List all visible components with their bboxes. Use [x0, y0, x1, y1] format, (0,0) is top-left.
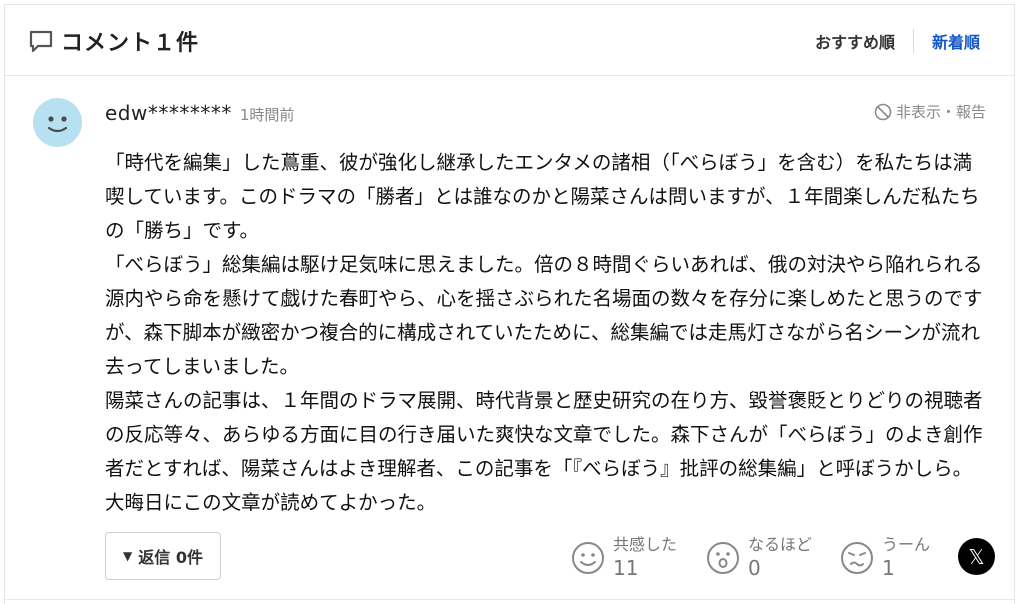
avatar[interactable] — [33, 98, 82, 147]
smiling-avatar-icon — [47, 116, 68, 133]
smile-face-icon — [572, 542, 604, 574]
sort-newest-button[interactable]: 新着順 — [932, 29, 980, 53]
reaction-agree-button[interactable]: 共感した 11 — [571, 534, 677, 580]
reaction-agree-label: 共感した — [613, 535, 678, 554]
reply-label: 返信 0件 — [138, 548, 203, 567]
timestamp: 1時間前 — [239, 106, 295, 124]
sort-options: おすすめ順 新着順 — [815, 29, 980, 53]
reaction-insightful-label: なるほど — [748, 535, 813, 554]
comments-panel: コメント１件 おすすめ順 新着順 edw******** 1時間前 非表示・報告 — [4, 4, 1015, 604]
puzzled-face-icon — [841, 542, 873, 574]
reaction-insightful-count: 0 — [748, 556, 761, 580]
speech-bubble-icon — [29, 30, 53, 53]
username[interactable]: edw******** — [105, 101, 232, 125]
reaction-hmm-button[interactable]: うーん 1 — [840, 534, 930, 580]
comment-meta: edw******** 1時間前 — [105, 101, 294, 125]
comment-body: 「時代を編集」した蔦重、彼が強化し継承したエンタメの諸相（「べらぼう」を含む）を… — [105, 146, 990, 520]
x-logo-icon: 𝕏 — [968, 544, 985, 569]
hide-report-button[interactable]: 非表示・報告 — [874, 101, 986, 122]
reaction-insightful-button[interactable]: なるほど 0 — [706, 534, 812, 580]
comment-paragraph: 陽菜さんの記事は、１年間のドラマ展開、時代背景と歴史研究の在り方、毀誉褒貶とりど… — [105, 389, 983, 514]
comment-paragraph: 「べらぼう」総集編は駆け足気味に思えました。倍の８時間ぐらいあれば、俄の対決やら… — [105, 253, 983, 378]
comments-heading: コメント１件 — [27, 25, 199, 57]
reaction-hmm-label: うーん — [882, 535, 931, 554]
reaction-agree-count: 11 — [613, 556, 639, 580]
reaction-hmm-count: 1 — [882, 556, 895, 580]
sort-recommended-button[interactable]: おすすめ順 — [815, 29, 895, 53]
comments-header: コメント１件 おすすめ順 新着順 — [5, 5, 1014, 76]
hide-report-label: 非表示・報告 — [895, 103, 986, 121]
comments-title: コメント１件 — [61, 31, 200, 56]
triangle-down-icon: ▼ — [123, 549, 133, 563]
share-x-button[interactable]: 𝕏 — [958, 538, 995, 575]
reply-toggle-button[interactable]: ▼ 返信 0件 — [105, 532, 221, 580]
surprised-face-icon — [707, 542, 739, 574]
sort-divider — [912, 29, 914, 53]
prohibited-icon — [874, 103, 892, 120]
comment-paragraph: 「時代を編集」した蔦重、彼が強化し継承したエンタメの諸相（「べらぼう」を含む）を… — [105, 151, 980, 242]
